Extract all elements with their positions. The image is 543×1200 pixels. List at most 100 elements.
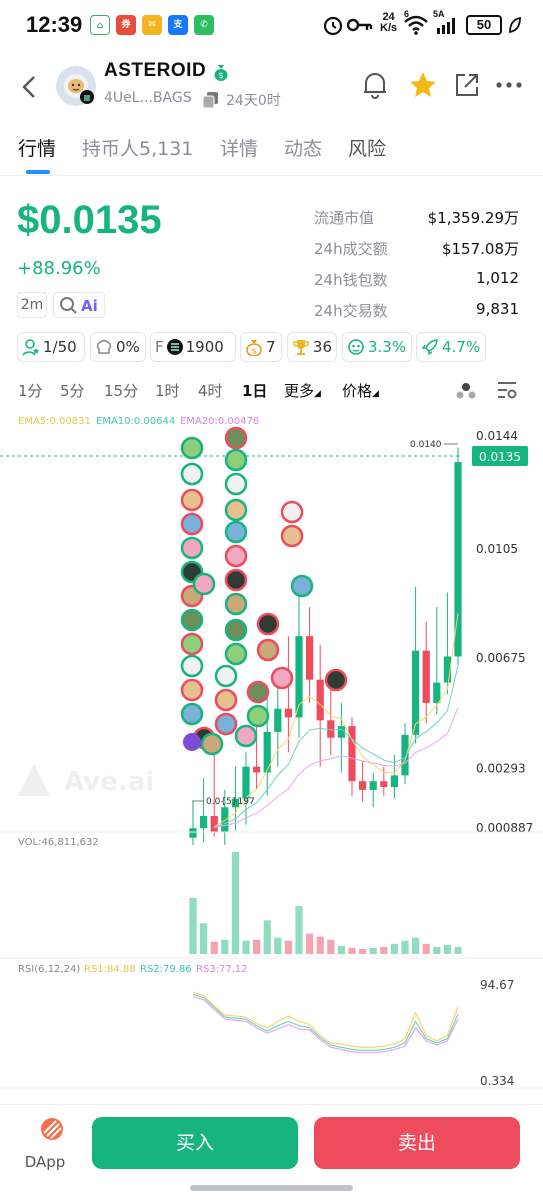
securities-app-icon: 券 xyxy=(116,15,136,35)
share-icon[interactable] xyxy=(454,72,480,98)
volume-bar xyxy=(231,852,239,954)
sell-button[interactable]: 卖出 xyxy=(314,1117,520,1169)
home-indicator xyxy=(190,1185,353,1191)
alarm-icon xyxy=(323,16,343,36)
candle-body xyxy=(327,720,335,738)
timeframe-more[interactable]: 更多◢ xyxy=(284,380,321,401)
trade-avatar xyxy=(180,702,204,726)
price-mode-label: 价格 xyxy=(342,382,373,400)
trade-avatar xyxy=(280,524,304,548)
tab-market[interactable]: 行情 xyxy=(18,134,56,161)
volume-bar xyxy=(412,937,420,954)
dev-chip[interactable]: 0% xyxy=(90,332,146,362)
search-icon xyxy=(59,297,77,314)
tab-details[interactable]: 详情 xyxy=(220,134,258,161)
indicator-settings-icon[interactable] xyxy=(496,380,518,400)
drawing-tool-icon[interactable] xyxy=(454,378,478,402)
status-bar: 12:39 ⌂ 券 ✉ 支 ✆ 24 K/s 6 5A 50 xyxy=(0,0,543,52)
timeframe-1h[interactable]: 1时 xyxy=(155,380,180,401)
dropdown-icon: ◢ xyxy=(314,389,321,399)
token-name: ASTEROID xyxy=(104,60,207,81)
chef-hat-icon xyxy=(96,339,112,354)
volume-bar xyxy=(422,943,430,954)
net-speed: 24 K/s xyxy=(380,11,398,34)
dropdown-icon: ◢ xyxy=(372,389,379,399)
trade-avatar xyxy=(280,500,304,524)
tab-holders[interactable]: 持币人5,131 xyxy=(82,134,193,161)
trade-avatar xyxy=(180,436,204,460)
kline-chart[interactable]: EMA5:0.00831 EMA10:0.00644 EMA20:0.00478… xyxy=(0,404,543,1094)
ema20-label: EMA20:0.00478 xyxy=(180,416,259,427)
candle-body xyxy=(422,650,430,703)
trade-avatar xyxy=(224,448,248,472)
trophy-chip[interactable]: 36 xyxy=(287,332,337,362)
price-axis-tick: 0.000887 xyxy=(476,821,533,835)
trade-avatar xyxy=(256,612,280,636)
price-mode-select[interactable]: 价格◢ xyxy=(342,380,379,401)
volume-bar xyxy=(327,939,335,954)
tab-activity[interactable]: 动态 xyxy=(284,134,322,161)
money-bag-icon: $ xyxy=(214,65,228,81)
smart-money-chip[interactable]: 3.3% xyxy=(342,332,412,362)
dapp-button[interactable]: DApp xyxy=(18,1115,72,1175)
timeframe-4h[interactable]: 4时 xyxy=(198,380,223,401)
volume-bar xyxy=(443,944,451,954)
volume-label: VOL:46,811,632 xyxy=(18,837,99,848)
candle-body xyxy=(242,766,250,799)
trade-avatar xyxy=(246,680,270,704)
high-label: 0.0140 xyxy=(410,440,442,450)
trade-avatar xyxy=(214,688,238,712)
volume-bar xyxy=(263,920,271,954)
candle-body xyxy=(316,679,324,721)
message-app-icon: ✆ xyxy=(194,15,214,35)
copy-icon[interactable] xyxy=(202,91,220,109)
leaf-icon xyxy=(509,16,521,34)
volume-bar xyxy=(359,948,367,954)
trophy-chip-value: 36 xyxy=(312,338,332,356)
alipay-app-icon: 支 xyxy=(168,15,188,35)
status-time: 12:39 xyxy=(26,12,83,37)
timeframe-15m[interactable]: 15分 xyxy=(104,380,138,401)
more-icon[interactable] xyxy=(496,82,522,88)
candle-body xyxy=(306,636,314,680)
volume-bar xyxy=(274,937,282,954)
trade-avatar xyxy=(234,724,258,748)
trade-avatar xyxy=(180,608,204,632)
back-arrow-icon[interactable] xyxy=(20,74,38,100)
ai-search-button[interactable]: Ai xyxy=(53,292,105,318)
holders-chip[interactable]: 1/50 xyxy=(17,332,85,362)
volume-bar xyxy=(390,943,398,954)
trade-avatar xyxy=(324,668,348,692)
trade-avatar xyxy=(246,704,270,728)
volume-bar xyxy=(401,940,409,954)
interval-badge[interactable]: 2m xyxy=(17,292,47,318)
bell-icon[interactable] xyxy=(361,70,389,100)
trade-avatar xyxy=(224,568,248,592)
bag-chip[interactable]: $ 7 xyxy=(240,332,282,362)
volume-bars xyxy=(189,852,462,954)
volume-bar xyxy=(369,947,377,954)
stat-label: 24h交易数 xyxy=(314,302,388,320)
key-icon xyxy=(347,18,373,32)
dev-chip-value: 0% xyxy=(116,338,140,356)
buy-button[interactable]: 买入 xyxy=(92,1117,298,1169)
low-label: 0.0{5}197 xyxy=(206,797,255,807)
rsi2-label: RS2:79.86 xyxy=(140,964,192,975)
ema-line xyxy=(214,707,459,829)
tab-risk[interactable]: 风险 xyxy=(348,134,386,161)
volume-bar xyxy=(380,946,388,954)
volume-bar xyxy=(200,923,208,954)
stat-label: 24h成交额 xyxy=(314,240,388,258)
timeframe-5m[interactable]: 5分 xyxy=(60,380,85,401)
watermark-text: Ave.ai xyxy=(64,767,154,797)
favorite-star-icon[interactable] xyxy=(408,70,438,100)
timeframe-1m[interactable]: 1分 xyxy=(18,380,43,401)
rocket-chip[interactable]: 4.7% xyxy=(416,332,486,362)
followers-chip[interactable]: F 1900 xyxy=(150,332,236,362)
bag-chip-value: 7 xyxy=(266,338,276,356)
rocket-icon xyxy=(421,339,438,356)
timeframe-1d[interactable]: 1日 xyxy=(242,380,267,401)
rsi3-label: RS3:77.12 xyxy=(196,964,248,975)
trade-avatar xyxy=(270,666,294,690)
trade-avatar xyxy=(214,712,238,736)
